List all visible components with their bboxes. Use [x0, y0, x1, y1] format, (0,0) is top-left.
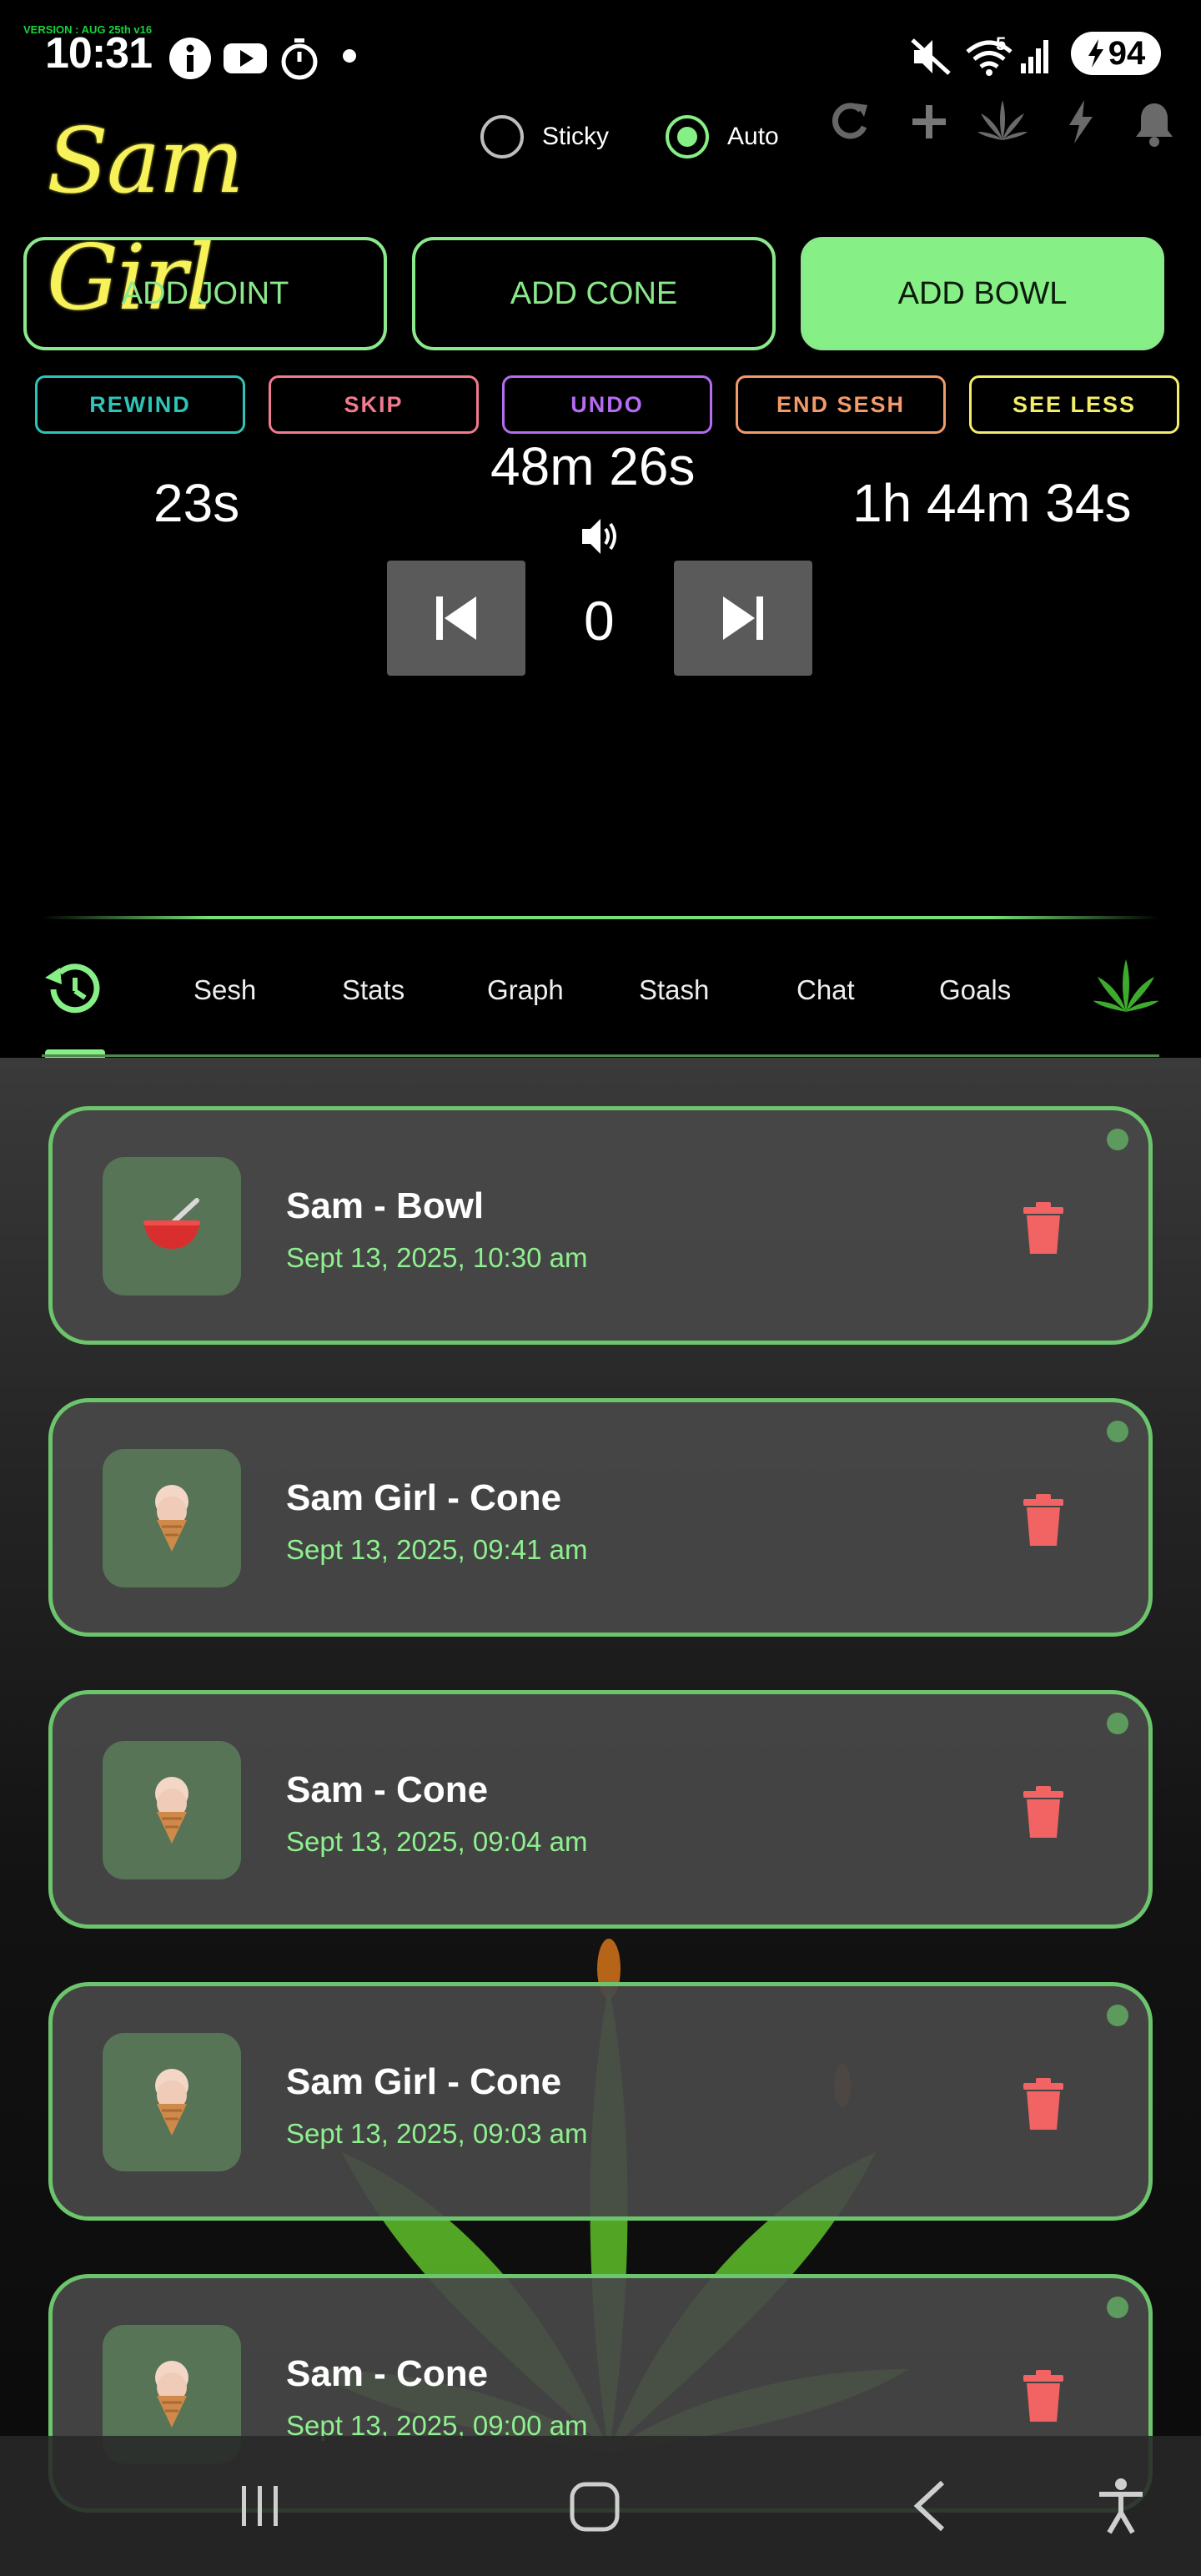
- add-bowl-button[interactable]: ADD BOWL: [801, 237, 1164, 350]
- counter-value: 0: [584, 590, 615, 652]
- tab-goals[interactable]: Goals: [939, 974, 1011, 1006]
- card-title: Sam - Bowl: [286, 1185, 485, 1226]
- auto-toggle[interactable]: Auto: [666, 112, 779, 162]
- tab-sesh[interactable]: Sesh: [193, 974, 256, 1006]
- tab-stats[interactable]: Stats: [342, 974, 405, 1006]
- sticky-label: Sticky: [542, 123, 610, 150]
- add-icon[interactable]: [906, 98, 952, 145]
- tab-graph[interactable]: Graph: [487, 974, 564, 1006]
- sticky-toggle[interactable]: Sticky: [480, 112, 609, 162]
- status-dot: [1107, 1129, 1128, 1150]
- undo-button[interactable]: UNDO: [502, 375, 712, 434]
- auto-radio[interactable]: [666, 115, 709, 158]
- status-dot: [1107, 2005, 1128, 2026]
- skip-button[interactable]: SKIP: [269, 375, 479, 434]
- battery-indicator: 94: [1071, 32, 1161, 75]
- tab-underline: [42, 1054, 1159, 1057]
- recent-apps-button[interactable]: [237, 2483, 284, 2533]
- add-joint-button[interactable]: ADD JOINT: [23, 237, 387, 350]
- timer-right: 1h 44m 34s: [852, 473, 1132, 533]
- home-button[interactable]: [569, 2481, 621, 2537]
- ice-cream-cone-icon: [103, 2033, 241, 2171]
- ice-cream-cone-icon: [103, 1449, 241, 1587]
- delete-trash-icon[interactable]: [1022, 1492, 1065, 1552]
- notification-dot-icon: [342, 48, 357, 68]
- card-timestamp: Sept 13, 2025, 10:30 am: [286, 1242, 588, 1273]
- status-dot: [1107, 2297, 1128, 2318]
- card-title: Sam - Cone: [286, 2353, 489, 2394]
- bell-icon[interactable]: [1129, 98, 1179, 147]
- see-less-button[interactable]: SEE LESS: [969, 375, 1179, 434]
- card-timestamp: Sept 13, 2025, 09:41 am: [286, 1534, 588, 1565]
- card-title: Sam - Cone: [286, 1769, 489, 1810]
- refresh-icon[interactable]: [827, 98, 874, 145]
- tab-stash[interactable]: Stash: [639, 974, 709, 1006]
- delete-trash-icon[interactable]: [1022, 2076, 1065, 2136]
- delete-trash-icon[interactable]: [1022, 1784, 1065, 1844]
- flash-icon[interactable]: [1064, 98, 1111, 145]
- app-logo: Sam Girl: [47, 109, 244, 330]
- history-tab-icon[interactable]: [42, 959, 105, 1022]
- status-time: 10:31: [45, 29, 153, 78]
- previous-button[interactable]: [387, 561, 525, 676]
- section-divider: [42, 916, 1159, 919]
- youtube-icon: [222, 37, 269, 84]
- status-dot: [1107, 1713, 1128, 1734]
- stopwatch-icon: [279, 37, 320, 84]
- history-card[interactable]: Sam Girl - Cone Sept 13, 2025, 09:41 am: [48, 1398, 1153, 1637]
- auto-label: Auto: [727, 123, 779, 150]
- volume-icon[interactable]: [579, 516, 624, 561]
- bowl-icon: [103, 1157, 241, 1296]
- charging-bolt-icon: [1088, 39, 1103, 68]
- timer-center: 48m 26s: [490, 436, 696, 496]
- end-sesh-button[interactable]: END SESH: [736, 375, 946, 434]
- back-button[interactable]: [911, 2479, 947, 2537]
- history-card[interactable]: Sam - Bowl Sept 13, 2025, 10:30 am: [48, 1106, 1153, 1345]
- status-dot: [1107, 1421, 1128, 1442]
- mute-icon: [911, 37, 952, 81]
- card-timestamp: Sept 13, 2025, 09:03 am: [286, 2118, 588, 2149]
- next-button[interactable]: [674, 561, 812, 676]
- sticky-radio[interactable]: [480, 115, 524, 158]
- skip-previous-icon: [436, 596, 476, 640]
- wifi-icon: [964, 37, 1016, 81]
- accessibility-button[interactable]: [1096, 2478, 1146, 2540]
- signal-icon: [1019, 37, 1053, 79]
- card-timestamp: Sept 13, 2025, 09:04 am: [286, 1826, 588, 1857]
- card-title: Sam Girl - Cone: [286, 2061, 562, 2102]
- ice-cream-cone-icon: [103, 1741, 241, 1879]
- history-card[interactable]: Sam - Cone Sept 13, 2025, 09:04 am: [48, 1690, 1153, 1929]
- timer-left: 23s: [153, 473, 240, 533]
- card-title: Sam Girl - Cone: [286, 1477, 562, 1518]
- cannabis-leaf-icon[interactable]: [1091, 953, 1161, 1027]
- rewind-button[interactable]: REWIND: [35, 375, 245, 434]
- skip-next-icon: [723, 596, 763, 640]
- leaf-icon[interactable]: [976, 98, 1029, 145]
- history-card[interactable]: Sam Girl - Cone Sept 13, 2025, 09:03 am: [48, 1982, 1153, 2221]
- tab-chat[interactable]: Chat: [796, 974, 855, 1006]
- info-icon: [168, 37, 212, 84]
- wifi-badge: 5: [996, 33, 1007, 54]
- battery-level: 94: [1108, 34, 1146, 72]
- delete-trash-icon[interactable]: [1022, 2368, 1065, 2428]
- add-cone-button[interactable]: ADD CONE: [412, 237, 776, 350]
- delete-trash-icon[interactable]: [1022, 1200, 1065, 1260]
